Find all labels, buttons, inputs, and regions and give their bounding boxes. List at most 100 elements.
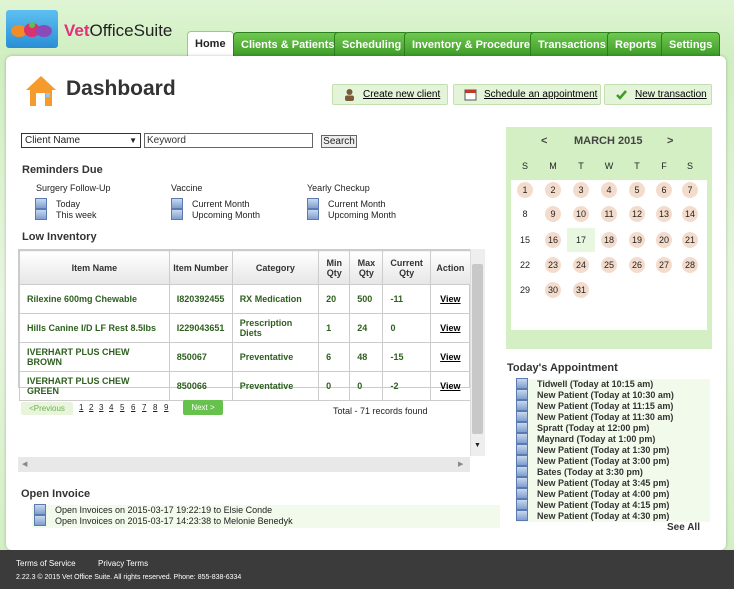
page-link[interactable]: 2 (89, 403, 93, 412)
reminder-surgery-week[interactable]: This week (35, 209, 97, 220)
checkmark-icon (616, 90, 627, 100)
reminder-vaccine-current[interactable]: Current Month (171, 198, 250, 209)
page-link[interactable]: 1 (79, 403, 83, 412)
calendar-day[interactable]: 4 (601, 182, 617, 198)
view-link[interactable]: View (429, 284, 472, 314)
calendar-day[interactable]: 1 (517, 182, 533, 198)
appointment-item[interactable]: New Patient (Today at 4:00 pm) (516, 488, 710, 500)
calendar-day[interactable]: 30 (545, 282, 561, 298)
col-item-number[interactable]: Item Number (168, 250, 233, 285)
tab-settings[interactable]: Settings (661, 32, 721, 56)
tab-clients-patients[interactable]: Clients & Patients (233, 32, 343, 56)
horizontal-scrollbar[interactable] (18, 457, 470, 472)
records-total: Total - 71 records found (333, 406, 428, 416)
reminder-yearly-upcoming[interactable]: Upcoming Month (307, 209, 396, 220)
tab-home[interactable]: Home (187, 31, 234, 57)
invoice-item[interactable]: Open Invoices on 2015-03-17 14:23:38 to … (32, 515, 500, 528)
search-type-select[interactable]: Client Name ▼ (21, 133, 141, 148)
appointment-item[interactable]: New Patient (Today at 3:45 pm) (516, 477, 710, 489)
appointment-item[interactable]: New Patient (Today at 10:30 am) (516, 389, 710, 401)
view-link[interactable]: View (429, 313, 472, 343)
appointment-item[interactable]: New Patient (Today at 11:30 am) (516, 411, 710, 423)
scroll-left-icon[interactable]: ◀ (22, 460, 27, 468)
reminder-surgery-today[interactable]: Today (35, 198, 80, 209)
appointment-item[interactable]: Maynard (Today at 1:00 pm) (516, 433, 710, 445)
privacy-link[interactable]: Privacy Terms (98, 559, 148, 568)
view-link[interactable]: View (429, 342, 472, 372)
schedule-appointment-button[interactable]: Schedule an appointment (453, 84, 601, 105)
col-max-qty[interactable]: Max Qty (349, 250, 384, 285)
calendar-day[interactable]: 25 (601, 257, 617, 273)
appointment-item[interactable]: Spratt (Today at 12:00 pm) (516, 422, 710, 434)
calendar-day[interactable]: 31 (573, 282, 589, 298)
calendar-day[interactable]: 29 (517, 282, 533, 298)
calendar-day[interactable]: 24 (573, 257, 589, 273)
terms-link[interactable]: Terms of Service (16, 559, 76, 568)
calendar-day[interactable]: 26 (629, 257, 645, 273)
calendar-day[interactable]: 28 (682, 257, 698, 273)
calendar-day[interactable]: 7 (682, 182, 698, 198)
calendar-day[interactable]: 14 (682, 206, 698, 222)
calendar-day[interactable]: 11 (601, 206, 617, 222)
calendar-day[interactable]: 22 (517, 257, 533, 273)
appointment-item[interactable]: Tidwell (Today at 10:15 am) (516, 378, 710, 390)
calendar-day[interactable]: 6 (656, 182, 672, 198)
col-current-qty[interactable]: Current Qty (382, 250, 431, 285)
appointment-item[interactable]: New Patient (Today at 3:00 pm) (516, 455, 710, 467)
page-link[interactable]: 8 (153, 403, 157, 412)
col-item-name[interactable]: Item Name (19, 250, 170, 285)
calendar-day[interactable]: 21 (682, 232, 698, 248)
reminder-yearly-current[interactable]: Current Month (307, 198, 386, 209)
tab-transactions[interactable]: Transactions (530, 32, 614, 56)
calendar-next-button[interactable]: > (667, 135, 673, 147)
next-page-button[interactable]: Next > (183, 400, 223, 415)
scroll-down-icon[interactable]: ▼ (474, 442, 481, 449)
see-all-link[interactable]: See All (667, 522, 700, 533)
appointment-item[interactable]: Bates (Today at 3:30 pm) (516, 466, 710, 478)
col-category[interactable]: Category (231, 250, 320, 285)
scrollbar-thumb[interactable] (472, 264, 483, 434)
calendar-day[interactable]: 27 (656, 257, 672, 273)
view-link[interactable]: View (429, 371, 472, 401)
search-button[interactable]: Search (321, 135, 357, 148)
new-transaction-button[interactable]: New transaction (604, 84, 712, 105)
page-link[interactable]: 4 (109, 403, 113, 412)
appointment-item[interactable]: New Patient (Today at 1:30 pm) (516, 444, 710, 456)
col-min-qty[interactable]: Min Qty (318, 250, 351, 285)
calendar-day[interactable]: 5 (629, 182, 645, 198)
calendar-day[interactable]: 18 (601, 232, 617, 248)
calendar-day[interactable]: 2 (545, 182, 561, 198)
page-link[interactable]: 3 (99, 403, 103, 412)
calendar-day[interactable]: 20 (656, 232, 672, 248)
create-client-button[interactable]: Create new client (332, 84, 448, 105)
appointment-item[interactable]: New Patient (Today at 4:15 pm) (516, 499, 710, 511)
cell-min-qty: 6 (318, 342, 351, 372)
calendar-day[interactable]: 10 (573, 206, 589, 222)
keyword-input[interactable]: Keyword (144, 133, 313, 148)
page-link[interactable]: 6 (131, 403, 135, 412)
tab-scheduling[interactable]: Scheduling (334, 32, 410, 56)
calendar-day[interactable]: 12 (629, 206, 645, 222)
tab-inventory-procedures[interactable]: Inventory & Procedures (404, 32, 545, 56)
calendar-day[interactable]: 23 (545, 257, 561, 273)
page-link[interactable]: 7 (142, 403, 146, 412)
scroll-right-icon[interactable]: ▶ (458, 460, 463, 468)
calendar-day[interactable]: 15 (517, 232, 533, 248)
calendar-day[interactable]: 13 (656, 206, 672, 222)
col-action: Action (429, 250, 472, 285)
appointment-item[interactable]: New Patient (Today at 4:30 pm) (516, 510, 710, 522)
calendar-day[interactable]: 8 (517, 206, 533, 222)
calendar-prev-button[interactable]: < (541, 135, 547, 147)
previous-page-button[interactable]: <Previous (21, 402, 73, 415)
tab-reports[interactable]: Reports (607, 32, 665, 56)
appointment-item[interactable]: New Patient (Today at 11:15 am) (516, 400, 710, 412)
calendar-day[interactable]: 9 (545, 206, 561, 222)
calendar-day[interactable]: 19 (629, 232, 645, 248)
calendar-day[interactable]: 3 (573, 182, 589, 198)
reminder-vaccine-upcoming[interactable]: Upcoming Month (171, 209, 260, 220)
calendar-day[interactable]: 17 (567, 228, 595, 252)
page-link[interactable]: 9 (164, 403, 168, 412)
document-icon (516, 411, 528, 422)
calendar-day[interactable]: 16 (545, 232, 561, 248)
page-link[interactable]: 5 (120, 403, 124, 412)
